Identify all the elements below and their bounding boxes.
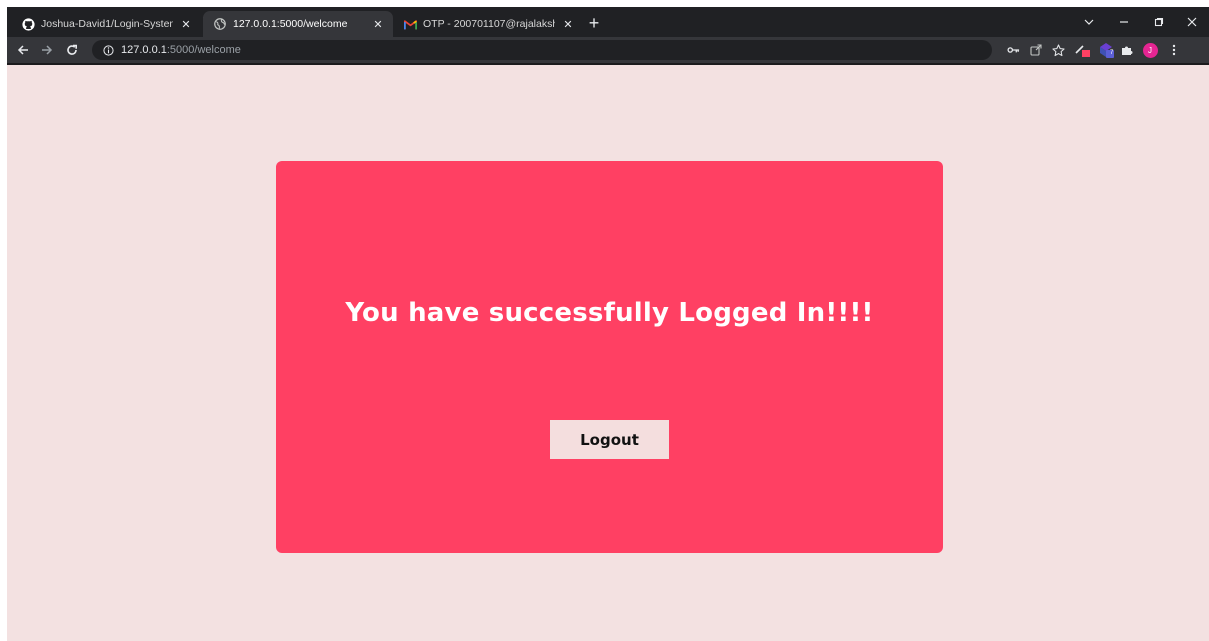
globe-icon <box>213 17 227 31</box>
extensions-puzzle-icon[interactable] <box>1118 41 1136 59</box>
profile-avatar[interactable]: J <box>1141 41 1159 59</box>
gmail-icon <box>403 17 417 31</box>
minimize-icon[interactable] <box>1115 13 1133 31</box>
forward-arrow-icon[interactable] <box>38 41 56 59</box>
tab-title: Joshua-David1/Login-System <box>41 18 173 30</box>
browser-window: Joshua-David1/Login-System ✕ 127.0.0.1:5… <box>7 7 1209 641</box>
welcome-card: You have successfully Logged In!!!! Logo… <box>276 161 943 553</box>
tab-title: OTP - 200701107@rajalakshmi.e <box>423 18 555 30</box>
page-title: You have successfully Logged In!!!! <box>345 298 874 328</box>
url-path: :5000/welcome <box>166 44 241 56</box>
address-bar[interactable]: 127.0.0.1:5000/welcome <box>92 40 992 60</box>
pen-extension-icon[interactable] <box>1074 41 1092 59</box>
share-icon[interactable] <box>1027 41 1045 59</box>
restore-icon[interactable] <box>1150 13 1168 31</box>
close-window-icon[interactable] <box>1183 13 1201 31</box>
github-icon <box>21 17 35 31</box>
tab-title: 127.0.0.1:5000/welcome <box>233 18 348 30</box>
tab-search-icon[interactable] <box>1080 13 1098 31</box>
close-icon[interactable]: ✕ <box>179 17 193 31</box>
close-icon[interactable]: ✕ <box>561 17 575 31</box>
tab-gmail[interactable]: OTP - 200701107@rajalakshmi.e ✕ <box>393 11 583 37</box>
reload-icon[interactable] <box>63 41 81 59</box>
extension-badge-icon[interactable]: 7 <box>1097 41 1115 59</box>
url-host: 127.0.0.1 <box>121 44 167 56</box>
key-icon[interactable] <box>1004 41 1022 59</box>
logout-button[interactable]: Logout <box>550 420 669 459</box>
tab-github[interactable]: Joshua-David1/Login-System ✕ <box>11 11 201 37</box>
close-icon[interactable]: ✕ <box>371 17 385 31</box>
tab-strip: Joshua-David1/Login-System ✕ 127.0.0.1:5… <box>7 7 1209 37</box>
extension-badge-count: 7 <box>1110 50 1114 56</box>
browser-toolbar: 127.0.0.1:5000/welcome 7 J <box>7 37 1209 65</box>
tab-welcome[interactable]: 127.0.0.1:5000/welcome ✕ <box>203 11 393 37</box>
more-menu-icon[interactable] <box>1165 41 1183 59</box>
new-tab-button[interactable]: + <box>585 14 603 33</box>
profile-initial: J <box>1142 42 1158 58</box>
info-icon[interactable] <box>101 43 115 57</box>
back-arrow-icon[interactable] <box>14 41 32 59</box>
bookmark-star-icon[interactable] <box>1049 41 1067 59</box>
